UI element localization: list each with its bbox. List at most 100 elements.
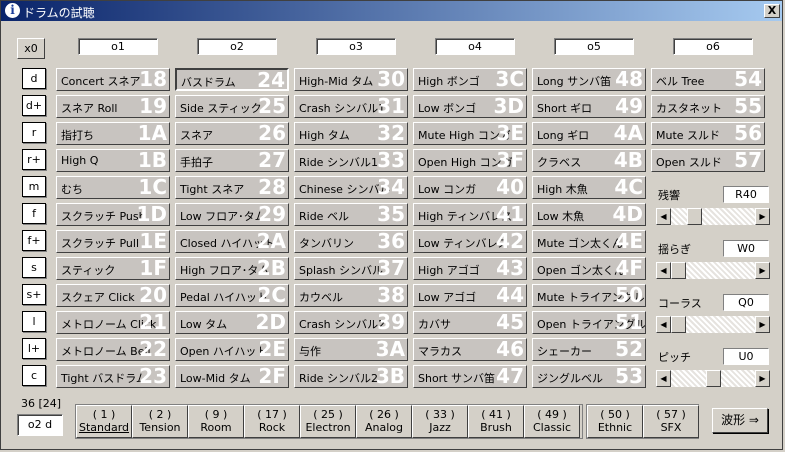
instrument-button[interactable]: ジングルベル 53 <box>532 365 646 388</box>
slider-track-3[interactable]: ◀ ▶ <box>656 316 770 333</box>
row-button-8[interactable]: s <box>22 257 46 278</box>
scroll-right-arrow-icon[interactable]: ▶ <box>755 262 770 279</box>
instrument-button[interactable]: Crash シンバル2 39 <box>294 311 408 334</box>
preset-button[interactable]: ( 26 ) Analog <box>356 405 412 438</box>
instrument-button[interactable]: Open ハイハット 2E <box>175 338 289 361</box>
instrument-button[interactable]: Concert スネア 18 <box>56 68 170 91</box>
preset-button[interactable]: ( 49 ) Classic <box>524 405 580 438</box>
preset-button[interactable]: ( 41 ) Brush <box>468 405 524 438</box>
instrument-button[interactable]: 指打ち 1A <box>56 122 170 145</box>
scroll-left-arrow-icon[interactable]: ◀ <box>656 262 671 279</box>
instrument-button[interactable]: High Q 1B <box>56 149 170 172</box>
instrument-button[interactable]: Open トライアングル 51 <box>532 311 646 334</box>
instrument-button[interactable]: バスドラム 24 <box>175 68 289 91</box>
instrument-button[interactable]: スネア 26 <box>175 122 289 145</box>
instrument-button[interactable]: Chinese シンバル 34 <box>294 176 408 199</box>
instrument-button[interactable]: Long ギロ 4A <box>532 122 646 145</box>
scroll-left-arrow-icon[interactable]: ◀ <box>656 316 671 333</box>
instrument-button[interactable]: Open スルド 57 <box>651 149 765 172</box>
instrument-button[interactable]: Mute ゴン太くん 4E <box>532 230 646 253</box>
row-button-9[interactable]: s+ <box>22 284 46 305</box>
instrument-button[interactable]: High-Mid タム 30 <box>294 68 408 91</box>
row-button-6[interactable]: f <box>22 203 46 224</box>
instrument-button[interactable]: Tight バスドラム 23 <box>56 365 170 388</box>
instrument-button[interactable]: Ride シンバル1 33 <box>294 149 408 172</box>
instrument-button[interactable]: Low アゴゴ 44 <box>413 284 527 307</box>
instrument-button[interactable]: Short サンバ笛 47 <box>413 365 527 388</box>
instrument-button[interactable]: カスタネット 55 <box>651 95 765 118</box>
instrument-button[interactable]: Long サンバ笛 48 <box>532 68 646 91</box>
instrument-button[interactable]: Closed ハイハット 2A <box>175 230 289 253</box>
instrument-button[interactable]: スティック 1F <box>56 257 170 280</box>
instrument-button[interactable]: Mute High コンガ 3E <box>413 122 527 145</box>
scroll-left-arrow-icon[interactable]: ◀ <box>656 208 671 225</box>
instrument-button[interactable]: メトロノーム Click 21 <box>56 311 170 334</box>
slider-thumb[interactable] <box>671 316 686 333</box>
instrument-button[interactable]: Side スティック 25 <box>175 95 289 118</box>
preset-button[interactable]: ( 9 ) Room <box>188 405 244 438</box>
preset-button[interactable]: ( 25 ) Electron <box>300 405 356 438</box>
scroll-right-arrow-icon[interactable]: ▶ <box>755 316 770 333</box>
instrument-button[interactable]: High ボンゴ 3C <box>413 68 527 91</box>
instrument-button[interactable]: カウベル 38 <box>294 284 408 307</box>
instrument-button[interactable]: High 木魚 4C <box>532 176 646 199</box>
preset-button[interactable]: ( 2 ) Tension <box>132 405 188 438</box>
slider-track-1[interactable]: ◀ ▶ <box>656 208 770 225</box>
instrument-button[interactable]: スクラッチ Push 1D <box>56 203 170 226</box>
instrument-button[interactable]: High タム 32 <box>294 122 408 145</box>
preset-button[interactable]: ( 50 ) Ethnic <box>587 405 643 438</box>
instrument-button[interactable]: スクェア Click 20 <box>56 284 170 307</box>
scroll-left-arrow-icon[interactable]: ◀ <box>656 370 671 387</box>
instrument-button[interactable]: 手拍子 27 <box>175 149 289 172</box>
instrument-button[interactable]: シェーカー 52 <box>532 338 646 361</box>
instrument-button[interactable]: スクラッチ Pull 1E <box>56 230 170 253</box>
instrument-button[interactable]: Short ギロ 49 <box>532 95 646 118</box>
instrument-button[interactable]: カバサ 45 <box>413 311 527 334</box>
row-button-10[interactable]: l <box>22 311 46 332</box>
slider-track-2[interactable]: ◀ ▶ <box>656 262 770 279</box>
scroll-right-arrow-icon[interactable]: ▶ <box>755 208 770 225</box>
preset-button[interactable]: ( 57 ) SFX <box>643 405 699 438</box>
instrument-button[interactable]: Low-Mid タム 2F <box>175 365 289 388</box>
instrument-button[interactable]: Ride ベル 35 <box>294 203 408 226</box>
preset-button[interactable]: ( 17 ) Rock <box>244 405 300 438</box>
row-button-12[interactable]: c <box>22 365 46 386</box>
instrument-button[interactable]: Open ゴン太くん 4F <box>532 257 646 280</box>
instrument-button[interactable]: Low タム 2D <box>175 311 289 334</box>
instrument-button[interactable]: タンバリン 36 <box>294 230 408 253</box>
instrument-button[interactable]: Low フロア･タム 29 <box>175 203 289 226</box>
instrument-button[interactable]: Low コンガ 40 <box>413 176 527 199</box>
instrument-button[interactable]: ベル Tree 54 <box>651 68 765 91</box>
preset-button[interactable]: ( 1 ) Standard <box>76 405 132 438</box>
x0-button[interactable]: x0 <box>17 38 45 59</box>
waveform-button[interactable]: 波形 ⇒ <box>712 408 768 433</box>
instrument-button[interactable]: Pedal ハイハット 2C <box>175 284 289 307</box>
row-button-2[interactable]: d+ <box>22 95 46 116</box>
instrument-button[interactable]: Low ティンバレス 42 <box>413 230 527 253</box>
instrument-button[interactable]: クラベス 4B <box>532 149 646 172</box>
row-button-1[interactable]: d <box>22 68 46 89</box>
close-button[interactable]: X <box>764 4 780 18</box>
instrument-button[interactable]: Ride シンバル2 3B <box>294 365 408 388</box>
instrument-button[interactable]: Tight スネア 28 <box>175 176 289 199</box>
instrument-button[interactable]: Mute スルド 56 <box>651 122 765 145</box>
row-button-5[interactable]: m <box>22 176 46 197</box>
row-button-7[interactable]: f+ <box>22 230 46 251</box>
instrument-button[interactable]: Open High コンガ 3F <box>413 149 527 172</box>
instrument-button[interactable]: 与作 3A <box>294 338 408 361</box>
instrument-button[interactable]: High ティンバレス 41 <box>413 203 527 226</box>
scroll-right-arrow-icon[interactable]: ▶ <box>755 370 770 387</box>
instrument-button[interactable]: Mute トライアングル 50 <box>532 284 646 307</box>
instrument-button[interactable]: High フロア･タム 2B <box>175 257 289 280</box>
instrument-button[interactable]: Low 木魚 4D <box>532 203 646 226</box>
instrument-button[interactable]: Splash シンバル 37 <box>294 257 408 280</box>
slider-thumb[interactable] <box>706 370 721 387</box>
instrument-button[interactable]: むち 1C <box>56 176 170 199</box>
instrument-button[interactable]: Crash シンバル1 31 <box>294 95 408 118</box>
row-button-11[interactable]: l+ <box>22 338 46 359</box>
instrument-button[interactable]: Low ボンゴ 3D <box>413 95 527 118</box>
slider-track-4[interactable]: ◀ ▶ <box>656 370 770 387</box>
slider-thumb[interactable] <box>687 208 702 225</box>
row-button-3[interactable]: r <box>22 122 46 143</box>
slider-thumb[interactable] <box>671 262 686 279</box>
